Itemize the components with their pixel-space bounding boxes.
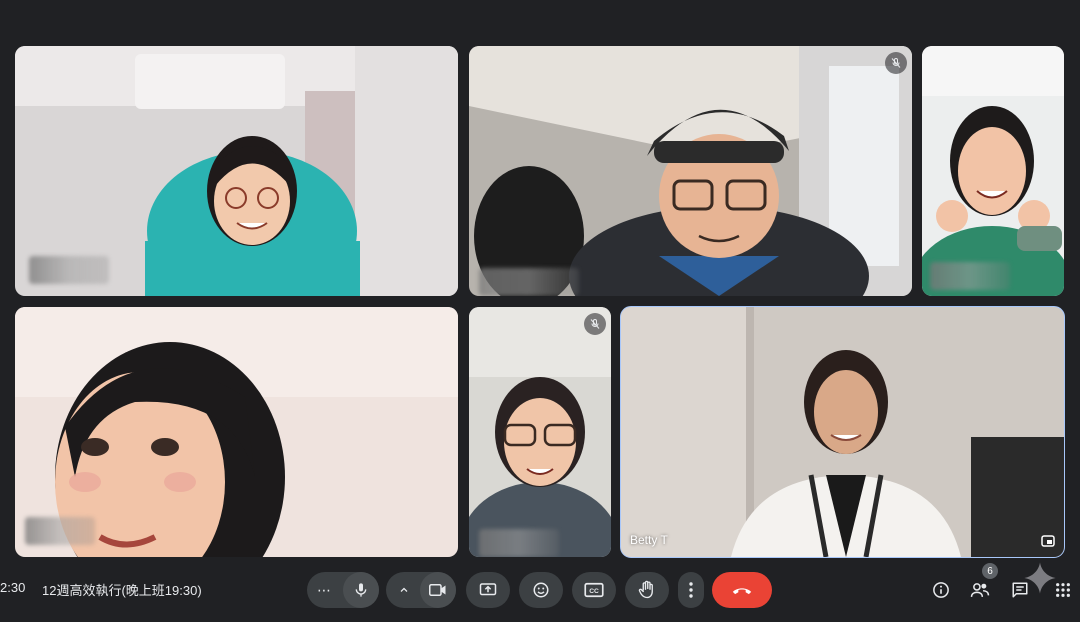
camera-icon bbox=[429, 584, 446, 596]
meeting-clock: 2:30 bbox=[0, 580, 26, 595]
participant-video-6 bbox=[621, 307, 1064, 557]
mute-badge bbox=[584, 313, 606, 335]
leave-call-button[interactable] bbox=[712, 572, 772, 608]
more-options-button[interactable] bbox=[678, 572, 704, 608]
participant-tile-1[interactable] bbox=[15, 46, 458, 296]
captions-button[interactable]: CC bbox=[572, 572, 616, 608]
mute-badge bbox=[885, 52, 907, 74]
meeting-info-button[interactable] bbox=[929, 578, 953, 602]
apps-icon bbox=[1056, 583, 1070, 597]
mic-off-icon bbox=[891, 57, 901, 68]
name-tag-redacted bbox=[25, 517, 95, 545]
participant-tile-5[interactable] bbox=[469, 307, 611, 557]
name-tag-redacted bbox=[479, 268, 579, 296]
raise-hand-button[interactable] bbox=[625, 572, 669, 608]
participant-count-badge: 6 bbox=[982, 563, 998, 579]
call-end-icon bbox=[732, 588, 752, 595]
participant-video-5 bbox=[469, 307, 611, 557]
participant-video-3 bbox=[922, 46, 1064, 296]
people-icon bbox=[970, 583, 990, 597]
meeting-title: 12週高效執行(晚上班19:30) bbox=[42, 583, 202, 598]
apps-button[interactable] bbox=[1051, 578, 1075, 602]
mic-off-icon bbox=[590, 318, 600, 329]
camera-control-group bbox=[386, 572, 456, 608]
name-tag-redacted bbox=[479, 529, 559, 557]
present-icon bbox=[479, 583, 497, 596]
participant-name: Betty T bbox=[630, 533, 668, 547]
mic-control-group: ⋯ bbox=[307, 572, 379, 608]
people-button[interactable] bbox=[968, 578, 992, 602]
name-tag-redacted bbox=[29, 256, 109, 284]
present-button[interactable] bbox=[466, 572, 510, 608]
captions-icon: CC bbox=[584, 582, 604, 598]
chevron-up-icon[interactable] bbox=[398, 584, 410, 596]
participant-video-2 bbox=[469, 46, 912, 296]
reactions-button[interactable] bbox=[519, 572, 563, 608]
emoji-icon bbox=[533, 582, 549, 598]
expand-icon[interactable] bbox=[1041, 535, 1055, 547]
participant-tile-2[interactable] bbox=[469, 46, 912, 296]
raise-hand-icon bbox=[638, 580, 653, 599]
more-horiz-icon[interactable]: ⋯ bbox=[317, 582, 335, 599]
svg-text:CC: CC bbox=[589, 588, 599, 595]
info-icon bbox=[933, 582, 949, 598]
mic-button[interactable] bbox=[343, 572, 379, 608]
more-vert-icon bbox=[689, 582, 693, 598]
name-tag-redacted bbox=[930, 262, 1010, 290]
mic-icon bbox=[355, 583, 367, 597]
camera-button[interactable] bbox=[420, 572, 456, 608]
participant-tile-3[interactable] bbox=[922, 46, 1064, 296]
participant-tile-6[interactable]: Betty T bbox=[620, 306, 1065, 558]
participant-tile-4[interactable] bbox=[15, 307, 458, 557]
